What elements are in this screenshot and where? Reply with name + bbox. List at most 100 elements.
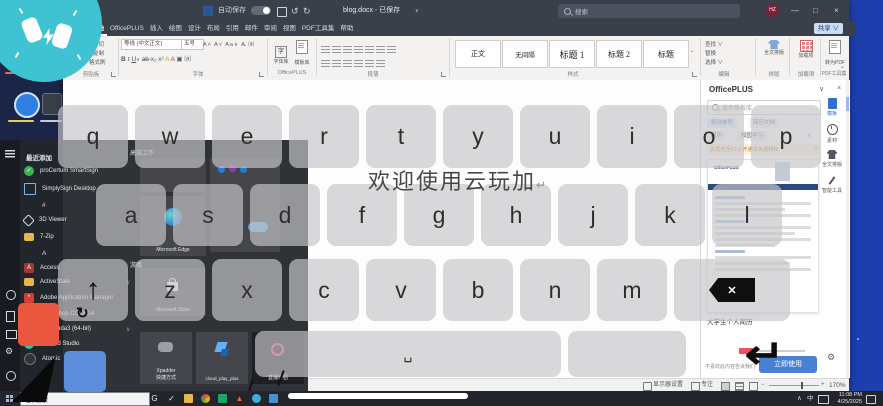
- find-button[interactable]: 查找 ∨: [705, 40, 723, 48]
- expand-chevron-icon[interactable]: ∨: [126, 326, 130, 333]
- select-button[interactable]: 选择 ∨: [705, 58, 723, 66]
- key-s[interactable]: s: [173, 184, 243, 246]
- key-t[interactable]: t: [366, 105, 436, 168]
- style-normal[interactable]: 正文: [455, 40, 501, 68]
- title-chevron-icon[interactable]: ∨: [415, 0, 419, 22]
- tile-xpadder[interactable]: Xpadder 快捷方式: [140, 332, 192, 384]
- styles-dialog-launcher[interactable]: [692, 72, 697, 77]
- avatar[interactable]: HZ: [766, 4, 779, 17]
- rail-templates[interactable]: 模板: [819, 98, 845, 117]
- key-c[interactable]: c: [289, 259, 359, 321]
- replace-button[interactable]: 替换: [705, 49, 716, 57]
- undo-icon[interactable]: ↺: [291, 0, 299, 22]
- taskbar-photos-icon[interactable]: [269, 394, 278, 403]
- display-settings-icon[interactable]: [643, 382, 652, 391]
- key-b[interactable]: b: [443, 259, 513, 321]
- key-r[interactable]: r: [289, 105, 359, 168]
- styles-more-icon[interactable]: ⌄: [690, 48, 695, 54]
- format-painter-button[interactable]: 格式刷: [89, 58, 106, 66]
- taskbar-excel-icon[interactable]: [218, 394, 227, 403]
- user-icon[interactable]: [6, 290, 16, 300]
- key-space[interactable]: ␣: [255, 331, 561, 377]
- font-library-button[interactable]: 字 字体库: [273, 40, 289, 65]
- tab-pdf-tools[interactable]: PDF工具集: [299, 22, 338, 36]
- convert-pdf-button[interactable]: 转为PDF: [823, 40, 847, 66]
- key-q[interactable]: q: [58, 105, 128, 168]
- font-size-select[interactable]: 五号: [181, 39, 204, 50]
- taskbar-app-g-icon[interactable]: G: [150, 394, 159, 403]
- key-l[interactable]: l: [712, 184, 782, 246]
- taskbar-vlc-icon[interactable]: ▲: [235, 394, 244, 403]
- view-web-icon[interactable]: [749, 382, 758, 391]
- key-x[interactable]: x: [212, 259, 282, 321]
- notification-icon[interactable]: [866, 395, 876, 404]
- rotate-icon[interactable]: ↻: [76, 304, 89, 322]
- overlay-orange-square[interactable]: [18, 303, 59, 346]
- taskbar-clock[interactable]: 11:08 PM 4/25/2025: [832, 392, 862, 405]
- taskbar-chrome-icon[interactable]: [201, 394, 210, 403]
- view-print-icon[interactable]: [735, 382, 744, 391]
- menu-item-simplysign[interactable]: SimplySign Desktop: [24, 183, 96, 195]
- documents-icon[interactable]: [6, 311, 15, 322]
- view-read-icon[interactable]: [721, 382, 730, 391]
- key-m[interactable]: m: [597, 259, 667, 321]
- key-d[interactable]: d: [250, 184, 320, 246]
- rail-smart-tools[interactable]: 智能工具: [819, 176, 845, 194]
- tab-view[interactable]: 视图: [280, 22, 299, 36]
- key-e[interactable]: e: [212, 105, 282, 168]
- panel-collapse-icon[interactable]: ∨: [819, 85, 824, 93]
- tab-insert[interactable]: 插入: [147, 22, 166, 36]
- panel-scrollbar-thumb[interactable]: [846, 97, 849, 111]
- key-n[interactable]: n: [520, 259, 590, 321]
- font-name-select[interactable]: 等线 (中文正文): [121, 39, 183, 50]
- collapse-ribbon-icon[interactable]: ⌄: [840, 64, 845, 70]
- style-heading1[interactable]: 标题 1: [549, 40, 595, 68]
- key-j[interactable]: j: [558, 184, 628, 246]
- addins-button[interactable]: 加载项: [793, 40, 819, 59]
- taskbar-folder-icon[interactable]: [184, 394, 193, 403]
- panel-scrollbar[interactable]: [846, 80, 849, 378]
- key-symbols[interactable]: [568, 331, 686, 377]
- zoom-slider-thumb[interactable]: [801, 382, 803, 389]
- key-shift[interactable]: ↑: [58, 259, 128, 321]
- taskbar-globe-icon[interactable]: [252, 394, 261, 403]
- rail-assets[interactable]: 素材: [819, 124, 845, 144]
- style-title[interactable]: 标题: [643, 40, 689, 68]
- style-heading2[interactable]: 标题 2: [596, 40, 642, 68]
- taskbar-app-check-icon[interactable]: ✓: [167, 394, 176, 403]
- menu-hamburger-icon[interactable]: [5, 150, 15, 158]
- template-library-button[interactable]: 模板库: [293, 40, 311, 66]
- menu-item-3dviewer[interactable]: 3D Viewer: [24, 214, 67, 226]
- autosave-toggle[interactable]: [251, 6, 271, 15]
- share-button[interactable]: 共享 ∨: [814, 23, 843, 34]
- font-dialog-launcher[interactable]: [259, 72, 264, 77]
- clipboard-dialog-launcher[interactable]: [111, 72, 116, 77]
- font-grow-shrink-icons[interactable]: A˄ A˅ Aa∨ A̶ ⒜: [203, 40, 255, 48]
- key-backspace[interactable]: ✕: [674, 259, 790, 321]
- power-icon[interactable]: [6, 371, 16, 381]
- key-y[interactable]: y: [443, 105, 513, 168]
- tab-draw[interactable]: 绘图: [166, 22, 185, 36]
- paragraph-dialog-launcher[interactable]: [441, 72, 446, 77]
- key-i[interactable]: i: [597, 105, 667, 168]
- panel-settings-gear-icon[interactable]: ⚙: [827, 352, 835, 363]
- menu-item-access[interactable]: A Access: [24, 262, 59, 274]
- pictures-icon[interactable]: [6, 330, 17, 339]
- full-layout-button[interactable]: 全文排版: [760, 40, 788, 56]
- tab-review[interactable]: 审阅: [261, 22, 280, 36]
- menu-section-hash[interactable]: #: [42, 199, 46, 211]
- save-icon[interactable]: [277, 7, 287, 17]
- tab-help[interactable]: 帮助: [337, 22, 356, 36]
- tab-officeplus[interactable]: OfficePLUS: [107, 22, 147, 36]
- overlay-blue-square[interactable]: [64, 351, 106, 392]
- style-no-spacing[interactable]: 无间隔: [502, 40, 548, 68]
- key-o[interactable]: o: [674, 105, 744, 168]
- titlebar-search[interactable]: 搜索: [558, 4, 740, 18]
- panel-close-icon[interactable]: ×: [837, 85, 841, 92]
- tab-references[interactable]: 引用: [223, 22, 242, 36]
- key-enter[interactable]: ↵: [745, 332, 785, 378]
- redo-icon[interactable]: ↻: [303, 0, 311, 22]
- menu-item-7zip[interactable]: 7-Zip: [24, 231, 54, 243]
- key-k[interactable]: k: [635, 184, 705, 246]
- key-z[interactable]: z: [135, 259, 205, 321]
